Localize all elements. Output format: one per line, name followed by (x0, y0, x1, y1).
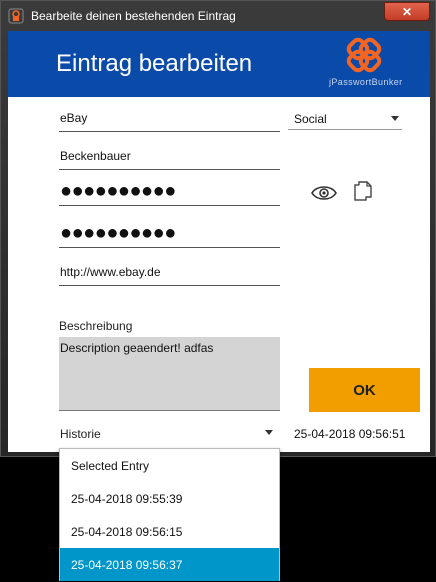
window-title: Bearbeite deinen bestehenden Eintrag (31, 9, 236, 23)
username-value: Beckenbauer (60, 149, 131, 163)
close-icon: ✕ (401, 4, 413, 19)
title-bar[interactable]: Bearbeite deinen bestehenden Eintrag ✕ (1, 1, 435, 31)
category-select[interactable]: Social (288, 104, 402, 130)
history-select[interactable]: Historie (59, 420, 280, 444)
username-field[interactable]: Beckenbauer (59, 142, 280, 170)
chain-link-logo-icon (346, 37, 382, 73)
description-label: Beschreibung (59, 319, 133, 333)
eye-icon[interactable] (311, 183, 337, 203)
close-button[interactable]: ✕ (384, 2, 430, 21)
history-option[interactable]: 25-04-2018 09:56:15 (60, 515, 279, 548)
edit-entry-window: Bearbeite deinen bestehenden Eintrag ✕ E… (0, 0, 436, 457)
app-icon (8, 8, 24, 24)
copy-icon[interactable] (353, 180, 373, 204)
brand-name: jPasswortBunker (329, 77, 403, 87)
history-option[interactable]: 25-04-2018 09:55:39 (60, 482, 279, 515)
category-value: Social (294, 112, 327, 126)
page-title: Eintrag bearbeiten (56, 50, 253, 77)
history-dropdown-list: Selected Entry 25-04-2018 09:55:39 25-04… (59, 448, 280, 581)
password-field[interactable]: ●●●●●●●●●● (59, 178, 280, 206)
dialog-header: Eintrag bearbeiten jPasswortBunker (8, 31, 430, 97)
password-repeat-field[interactable]: ●●●●●●●●●● (59, 220, 280, 248)
history-option-highlighted[interactable]: 25-04-2018 09:56:37 (60, 548, 279, 581)
password-repeat-value: ●●●●●●●●●● (60, 222, 176, 244)
history-current-date: 25-04-2018 09:56:51 (294, 427, 406, 441)
ok-button[interactable]: OK (309, 368, 420, 412)
url-value: http://www.ebay.de (60, 265, 161, 279)
description-value: Description geaendert! adfas (60, 341, 214, 355)
chevron-down-icon (391, 116, 399, 121)
chevron-down-icon (265, 430, 273, 435)
description-textarea[interactable]: Description geaendert! adfas (59, 337, 280, 411)
name-field[interactable]: eBay (59, 104, 280, 132)
history-label: Historie (60, 427, 101, 441)
dialog-content: Eintrag bearbeiten jPasswortBunker eBay … (8, 31, 430, 452)
history-option[interactable]: Selected Entry (60, 449, 279, 482)
name-value: eBay (60, 111, 88, 125)
url-field[interactable]: http://www.ebay.de (59, 258, 280, 286)
password-value: ●●●●●●●●●● (60, 180, 176, 202)
